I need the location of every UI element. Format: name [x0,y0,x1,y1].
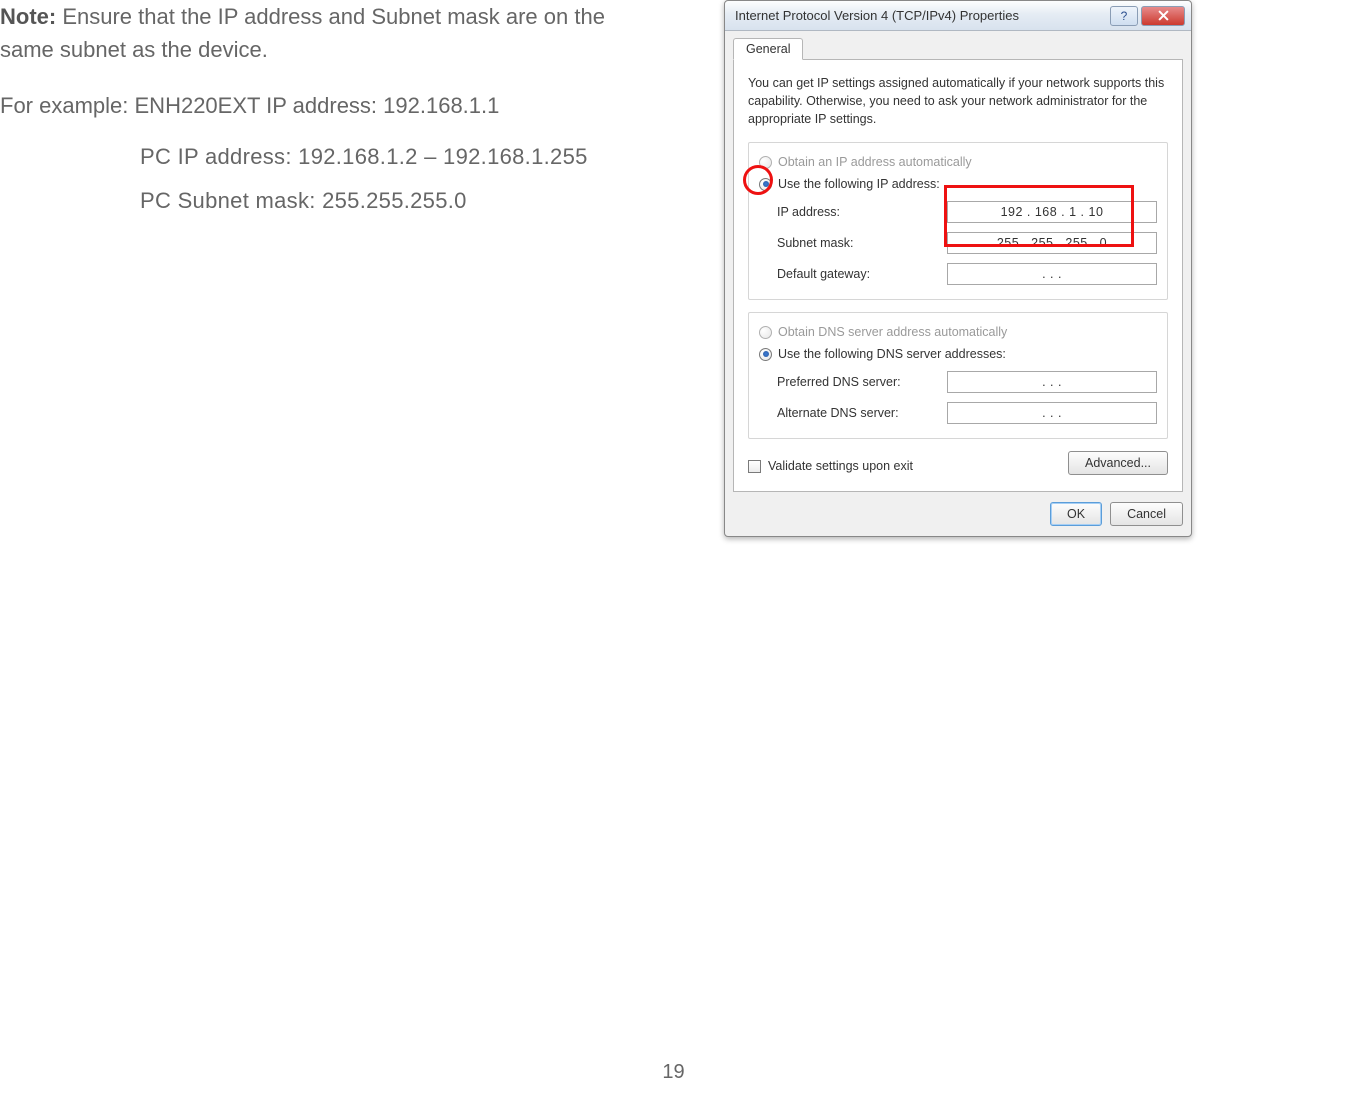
example-line-3: PC Subnet mask: 255.255.255.0 [140,188,640,214]
input-ip-address[interactable]: 192 . 168 . 1 . 10 [947,201,1157,223]
checkbox-label-validate: Validate settings upon exit [768,459,913,473]
input-subnet-mask[interactable]: 255 . 255 . 255 . 0 [947,232,1157,254]
radio-label-obtain-ip-auto: Obtain an IP address automatically [778,155,972,169]
close-icon [1158,10,1169,21]
label-subnet-mask: Subnet mask: [777,236,947,250]
radio-row-obtain-dns-auto[interactable]: Obtain DNS server address automatically [759,325,1157,339]
description-text: You can get IP settings assigned automat… [748,74,1168,128]
input-alternate-dns[interactable]: . . . [947,402,1157,424]
input-preferred-dns[interactable]: . . . [947,371,1157,393]
field-row-ip-address: IP address: 192 . 168 . 1 . 10 [759,201,1157,223]
checkbox-row-validate[interactable]: Validate settings upon exit [748,459,913,473]
tab-strip: General [725,31,1191,59]
doc-text-column: Note: Ensure that the IP address and Sub… [0,0,640,214]
cancel-button[interactable]: Cancel [1110,502,1183,526]
label-preferred-dns: Preferred DNS server: [777,375,947,389]
dns-settings-group: Obtain DNS server address automatically … [748,312,1168,439]
radio-label-use-following-dns: Use the following DNS server addresses: [778,347,1006,361]
radio-row-use-following-dns[interactable]: Use the following DNS server addresses: [759,347,1157,361]
radio-label-obtain-dns-auto: Obtain DNS server address automatically [778,325,1007,339]
note-label: Note: [0,4,56,29]
close-button[interactable] [1141,6,1185,26]
field-row-subnet-mask: Subnet mask: 255 . 255 . 255 . 0 [759,232,1157,254]
radio-icon [759,326,772,339]
label-default-gateway: Default gateway: [777,267,947,281]
field-row-alternate-dns: Alternate DNS server: . . . [759,402,1157,424]
label-alternate-dns: Alternate DNS server: [777,406,947,420]
tab-general[interactable]: General [733,38,803,60]
radio-icon [759,348,772,361]
help-button[interactable]: ? [1110,6,1138,26]
titlebar[interactable]: Internet Protocol Version 4 (TCP/IPv4) P… [725,1,1191,31]
dialog-button-row: OK Cancel [733,502,1183,526]
ip-settings-group: Obtain an IP address automatically Use t… [748,142,1168,300]
bottom-row: Validate settings upon exit Advanced... [748,451,1168,475]
note-body: Ensure that the IP address and Subnet ma… [0,4,605,62]
example-body-1: ENH220EXT IP address: 192.168.1.1 [128,93,499,118]
ipv4-properties-dialog: Internet Protocol Version 4 (TCP/IPv4) P… [724,0,1192,537]
note-paragraph: Note: Ensure that the IP address and Sub… [0,0,640,66]
field-row-preferred-dns: Preferred DNS server: . . . [759,371,1157,393]
radio-row-use-following-ip[interactable]: Use the following IP address: [759,177,1157,191]
radio-icon [759,156,772,169]
ok-button[interactable]: OK [1050,502,1102,526]
page-number: 19 [662,1061,684,1084]
example-line-1: For example: ENH220EXT IP address: 192.1… [0,86,640,126]
radio-label-use-following-ip: Use the following IP address: [778,177,940,191]
radio-icon [759,178,772,191]
radio-row-obtain-ip-auto[interactable]: Obtain an IP address automatically [759,155,1157,169]
window-title: Internet Protocol Version 4 (TCP/IPv4) P… [735,8,1107,23]
input-default-gateway[interactable]: . . . [947,263,1157,285]
example-prefix: For example: [0,93,128,118]
advanced-button[interactable]: Advanced... [1068,451,1168,475]
label-ip-address: IP address: [777,205,947,219]
checkbox-icon [748,460,761,473]
example-line-2: PC IP address: 192.168.1.2 – 192.168.1.2… [140,144,640,170]
field-row-default-gateway: Default gateway: . . . [759,263,1157,285]
tab-panel-general: You can get IP settings assigned automat… [733,59,1183,492]
